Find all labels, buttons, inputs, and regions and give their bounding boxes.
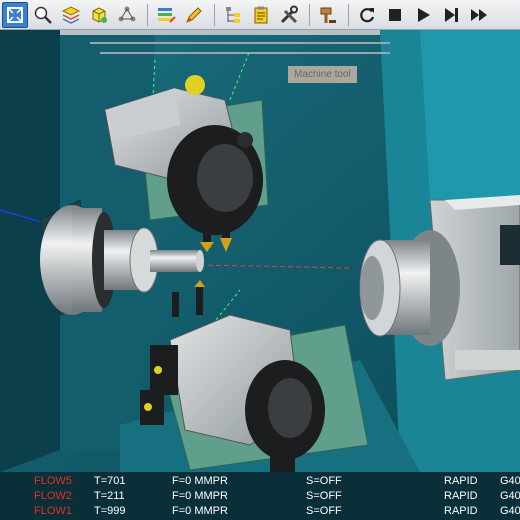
fit-view-icon bbox=[7, 6, 23, 23]
status-row: FLOW5 T=701 F=0 MMPR S=OFF RAPID G40 bbox=[0, 474, 520, 489]
cube-view-button[interactable] bbox=[86, 2, 112, 28]
network-button[interactable] bbox=[114, 2, 140, 28]
motion-mode-value: RAPID bbox=[444, 490, 478, 502]
pencil-icon bbox=[186, 6, 202, 23]
feed-value: F=0 MMPR bbox=[172, 475, 228, 487]
play-icon bbox=[418, 7, 430, 22]
gcode-value: G40 bbox=[500, 490, 520, 502]
tool-value: T=701 bbox=[94, 475, 126, 487]
feed-value: F=0 MMPR bbox=[172, 490, 228, 502]
tools-button[interactable] bbox=[276, 2, 302, 28]
motion-mode-value: RAPID bbox=[444, 505, 478, 517]
motion-mode-value: RAPID bbox=[444, 475, 478, 487]
stack-edit-icon bbox=[158, 7, 176, 23]
spindle-value: S=OFF bbox=[306, 505, 342, 517]
clipboard-icon bbox=[254, 6, 268, 23]
toolbar-separator bbox=[214, 3, 215, 26]
flow-label: FLOW1 bbox=[34, 505, 72, 517]
network-icon bbox=[118, 6, 136, 21]
clipboard-button[interactable] bbox=[248, 2, 274, 28]
fast-forward-icon bbox=[471, 8, 487, 21]
status-row: FLOW1 T=999 F=0 MMPR S=OFF RAPID G40 bbox=[0, 504, 520, 519]
spindle-value: S=OFF bbox=[306, 475, 342, 487]
cube-view-icon bbox=[92, 6, 107, 23]
layers-icon bbox=[61, 5, 81, 24]
play-button[interactable] bbox=[410, 2, 436, 28]
tool-value: T=211 bbox=[94, 490, 125, 502]
machine-scene bbox=[0, 30, 520, 472]
zoom-button[interactable] bbox=[30, 2, 56, 28]
stop-icon bbox=[389, 8, 401, 21]
layers-button[interactable] bbox=[58, 2, 84, 28]
flow-label: FLOW5 bbox=[34, 475, 72, 487]
toolbar bbox=[0, 0, 520, 30]
simulation-viewport[interactable]: Machine tool bbox=[0, 30, 520, 472]
pencil-button[interactable] bbox=[181, 2, 207, 28]
hammer-button[interactable] bbox=[315, 2, 341, 28]
reset-button[interactable] bbox=[354, 2, 380, 28]
gcode-value: G40 bbox=[500, 505, 520, 517]
stop-button[interactable] bbox=[382, 2, 408, 28]
status-row: FLOW2 T=211 F=0 MMPR S=OFF RAPID G40 bbox=[0, 489, 520, 504]
gcode-value: G40 bbox=[500, 475, 520, 487]
flow-label: FLOW2 bbox=[34, 490, 72, 502]
stack-edit-button[interactable] bbox=[153, 2, 179, 28]
tree-icon bbox=[226, 6, 240, 23]
toolbar-separator bbox=[348, 3, 349, 26]
toolbar-separator bbox=[147, 3, 148, 26]
tree-button[interactable] bbox=[220, 2, 246, 28]
fast-forward-button[interactable] bbox=[466, 2, 492, 28]
spindle-value: S=OFF bbox=[306, 490, 342, 502]
toolbar-tooltip: Machine tool bbox=[288, 66, 357, 83]
tool-value: T=999 bbox=[94, 505, 126, 517]
zoom-icon bbox=[34, 6, 52, 24]
tools-icon bbox=[280, 5, 298, 23]
reset-icon bbox=[360, 7, 375, 22]
hammer-icon bbox=[320, 7, 336, 23]
fit-view-button[interactable] bbox=[2, 1, 28, 28]
toolbar-separator bbox=[309, 3, 310, 26]
machine-simulation-window: Machine tool FLOW5 T=701 F=0 MMPR S=OFF … bbox=[0, 0, 520, 520]
flow-status-panel: FLOW5 T=701 F=0 MMPR S=OFF RAPID G40 FLO… bbox=[0, 472, 520, 520]
feed-value: F=0 MMPR bbox=[172, 505, 228, 517]
step-button[interactable] bbox=[438, 2, 464, 28]
step-icon bbox=[445, 7, 458, 22]
